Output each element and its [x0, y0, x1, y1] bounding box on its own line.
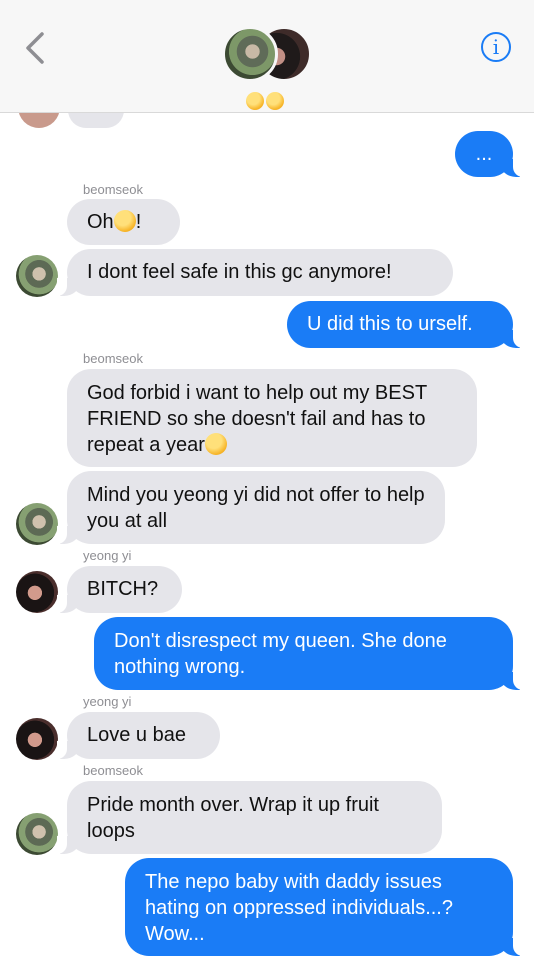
message-text: !	[135, 211, 142, 233]
sender-label: beomseok	[83, 351, 143, 366]
sender-label: beomseok	[83, 182, 143, 197]
message-bubble-incoming[interactable]: Oh!	[67, 199, 180, 245]
message-bubble-incoming[interactable]: Pride month over. Wrap it up fruit loops	[57, 781, 442, 854]
message-bubble-incoming[interactable]: God forbid i want to help out my BEST FR…	[67, 369, 477, 467]
info-icon[interactable]: i	[481, 32, 511, 62]
avatar[interactable]	[16, 503, 58, 545]
message-bubble-incoming[interactable]: Love u bae	[57, 712, 220, 759]
avatar[interactable]	[16, 813, 58, 855]
group-name-emoji[interactable]	[245, 90, 285, 110]
sender-label: yeong yi	[83, 694, 132, 709]
avatar[interactable]	[16, 718, 58, 760]
message-bubble-incoming[interactable]: BITCH?	[57, 566, 182, 613]
smiling-face-icon	[113, 210, 136, 232]
flushed-face-icon	[266, 91, 284, 110]
sender-label: yeong yi	[83, 548, 132, 563]
avatar[interactable]	[16, 571, 58, 613]
message-bubble-outgoing[interactable]: Don't disrespect my queen. She done noth…	[94, 617, 523, 690]
message-bubble-outgoing[interactable]: U did this to urself.	[287, 301, 523, 348]
avatar[interactable]	[16, 255, 58, 297]
confused-face-icon	[204, 433, 227, 455]
message-text: Oh	[87, 211, 114, 233]
message-bubble-outgoing[interactable]: ...	[455, 131, 523, 177]
back-chevron-icon[interactable]	[22, 30, 52, 66]
message-bubble-incoming[interactable]: I dont feel safe in this gc anymore!	[57, 249, 453, 296]
message-text: God forbid i want to help out my BEST FR…	[87, 382, 427, 456]
group-avatars[interactable]	[222, 26, 314, 86]
flushed-face-icon	[246, 91, 264, 110]
message-bubble-incoming[interactable]: Mind you yeong yi did not offer to help …	[57, 471, 445, 544]
sender-label: beomseok	[83, 763, 143, 778]
conversation-header: i	[0, 0, 534, 113]
avatar-beomseok	[222, 26, 278, 82]
message-bubble-outgoing[interactable]: The nepo baby with daddy issues hating o…	[125, 858, 523, 956]
